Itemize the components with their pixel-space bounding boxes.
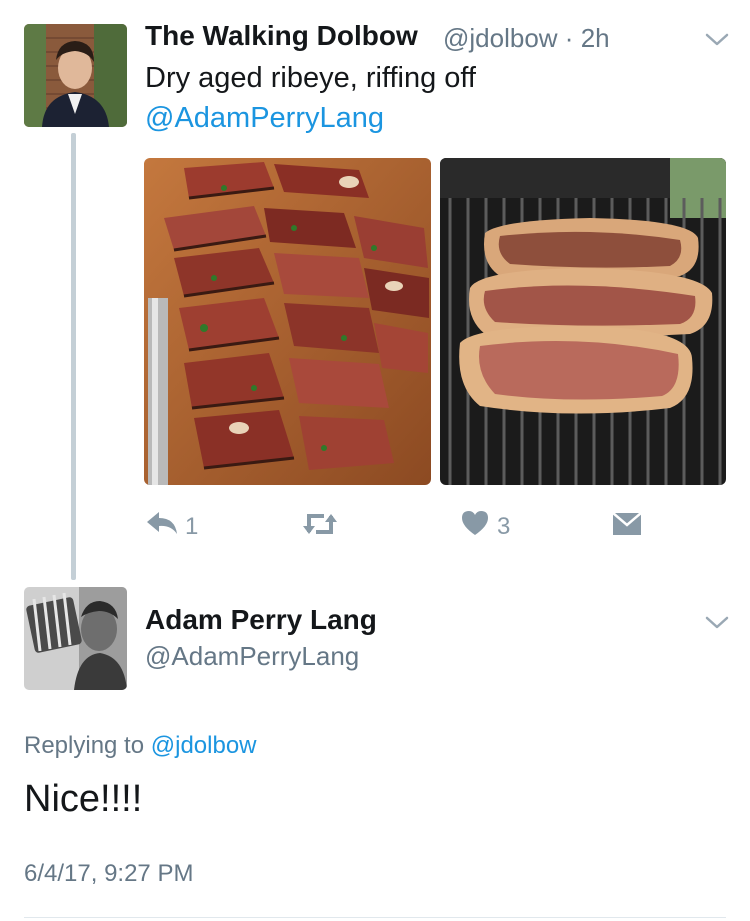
author-handle-row: @jdolbow · 2h bbox=[443, 23, 610, 54]
author-name[interactable]: The Walking Dolbow bbox=[145, 20, 418, 52]
like-action[interactable]: 3 bbox=[461, 510, 510, 543]
direct-message-icon bbox=[612, 512, 642, 543]
reply-author-name[interactable]: Adam Perry Lang bbox=[145, 604, 377, 636]
ribeye-on-grill-photo[interactable] bbox=[440, 158, 726, 485]
reply-timestamp[interactable]: 6/4/17, 9:27 PM bbox=[24, 860, 193, 888]
separator-dot: · bbox=[564, 23, 574, 53]
retweet-icon bbox=[302, 510, 338, 545]
tweet-text-body: Dry aged ribeye, riffing off bbox=[145, 62, 476, 94]
reply-count: 1 bbox=[185, 512, 199, 540]
retweet-action[interactable] bbox=[302, 510, 338, 545]
direct-message-action[interactable] bbox=[612, 512, 642, 543]
avatar-adamperrylang[interactable] bbox=[24, 587, 127, 690]
reply-action[interactable]: 1 bbox=[145, 510, 198, 543]
reply-author-handle[interactable]: @AdamPerryLang bbox=[145, 641, 359, 672]
reply-icon bbox=[145, 510, 179, 543]
replying-to-label: Replying to bbox=[24, 732, 145, 759]
chevron-down-icon[interactable] bbox=[704, 615, 730, 631]
reply-text: Nice!!!! bbox=[24, 778, 143, 820]
like-count: 3 bbox=[497, 512, 511, 540]
author-handle[interactable]: @jdolbow bbox=[443, 23, 558, 53]
replying-to-mention[interactable]: @jdolbow bbox=[151, 732, 257, 759]
like-icon bbox=[461, 510, 489, 543]
tweet-age[interactable]: 2h bbox=[581, 23, 610, 53]
thread-connector-line bbox=[71, 133, 76, 580]
replying-to-line: Replying to @jdolbow bbox=[24, 732, 257, 760]
tweet-text: Dry aged ribeye, riffing off @AdamPerryL… bbox=[145, 58, 705, 138]
chevron-down-icon[interactable] bbox=[704, 32, 730, 48]
mention-link[interactable]: @AdamPerryLang bbox=[145, 102, 384, 134]
sliced-ribeye-photo[interactable] bbox=[144, 158, 431, 485]
avatar-jdolbow[interactable] bbox=[24, 24, 127, 127]
divider bbox=[24, 917, 726, 918]
